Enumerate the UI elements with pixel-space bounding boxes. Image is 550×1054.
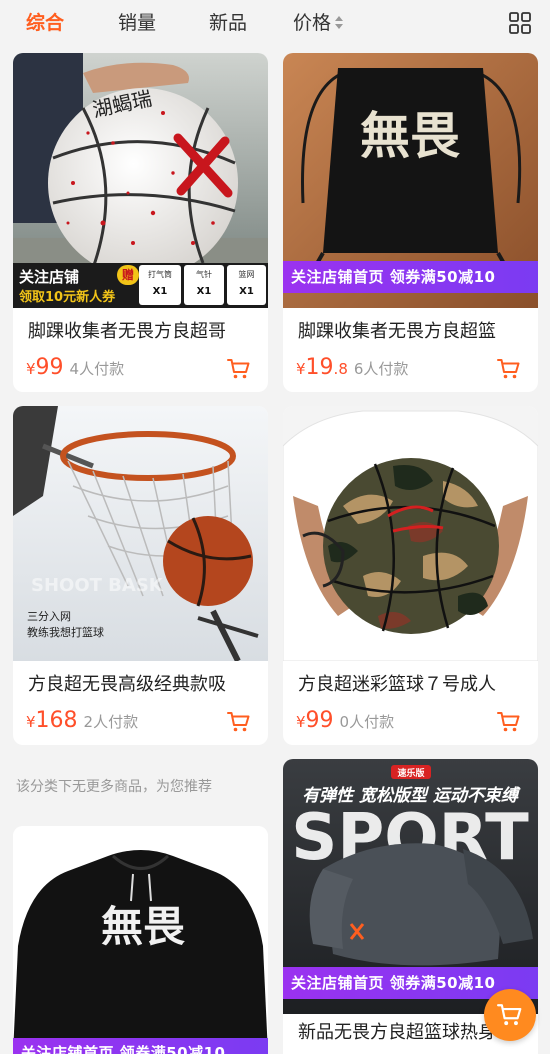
promo-banner-coupon: 关注店铺首页 领券满50减10 (283, 261, 538, 293)
product-image-hoop[interactable]: SHOOT BASK 三分入网 教练我想打篮球 (13, 406, 268, 661)
overlay-line-2: 教练我想打篮球 (27, 625, 104, 639)
hoodie-print-text: 無畏 (101, 902, 185, 951)
product-card-1[interactable]: 湖蝎瑞 关注店铺 赠 领取10元新人券 打气筒 X1 气针 X1 篮网 X1 脚… (13, 53, 268, 392)
product-card-6[interactable]: 無畏 关注店铺首页 领券满50减10 (13, 826, 268, 1054)
product-title[interactable]: 方良超无畏高级经典款吸 (28, 672, 260, 698)
price-row: ¥ 99 0人付款 (296, 708, 394, 736)
gift-net: 篮网 X1 (227, 265, 266, 305)
product-image-training-shirt[interactable]: 速乐版 有弹性 宽松版型 运动不束缚 SPORT 关注店铺首页 领券满50减10 (283, 759, 538, 1014)
product-title[interactable]: 方良超迷彩篮球７号成人 (298, 672, 530, 698)
add-to-cart-icon[interactable] (227, 358, 251, 380)
price-row: ¥ 168 2人付款 (26, 708, 138, 736)
price-value: 19 (305, 355, 334, 380)
tab-price[interactable]: 价格 (293, 9, 344, 37)
product-title[interactable]: 脚踝收集者无畏方良超篮 (298, 319, 530, 345)
product-card-3[interactable]: SHOOT BASK 三分入网 教练我想打篮球 方良超无畏高级经典款吸 ¥ 16… (13, 406, 268, 745)
sort-arrows-icon (335, 16, 344, 30)
tab-new[interactable]: 新品 (209, 9, 247, 37)
promo-banner-gifts: 关注店铺 赠 领取10元新人券 打气筒 X1 气针 X1 篮网 X1 (13, 263, 268, 308)
price-value: 99 (305, 708, 334, 733)
sold-count: 4人付款 (69, 360, 125, 378)
promo-banner-coupon: 关注店铺首页 领券满50减10 (13, 1038, 268, 1054)
sold-count: 2人付款 (83, 713, 139, 731)
floating-cart-button[interactable] (484, 989, 536, 1041)
cart-icon (497, 1004, 522, 1026)
price-value: 99 (35, 355, 64, 380)
gift-badge: 赠 (117, 265, 139, 285)
price-symbol: ¥ (296, 713, 306, 731)
sold-count: 0人付款 (339, 713, 395, 731)
price-symbol: ¥ (26, 713, 36, 731)
tab-comprehensive[interactable]: 综合 (26, 9, 64, 37)
price-symbol: ¥ (296, 360, 306, 378)
gift-needle: 气针 X1 (184, 265, 224, 305)
price-row: ¥ 19 .8 6人付款 (296, 355, 408, 383)
no-more-items-text: 该分类下无更多商品，为您推荐 (16, 779, 212, 795)
gift-pump: 打气筒 X1 (139, 265, 181, 305)
tab-sales[interactable]: 销量 (118, 9, 156, 37)
price-row: ¥ 99 4人付款 (26, 355, 124, 383)
add-to-cart-icon[interactable] (227, 711, 251, 733)
tag-badge: 速乐版 (397, 767, 424, 779)
grid-view-icon[interactable] (509, 12, 531, 34)
bag-print-text: 無畏 (360, 106, 460, 165)
image-watermark: SHOOT BASK (31, 575, 164, 596)
product-title[interactable]: 脚踝收集者无畏方良超哥 (28, 319, 260, 345)
add-to-cart-icon[interactable] (497, 358, 521, 380)
new-user-coupon: 领取10元新人券 (19, 290, 116, 305)
tab-price-label: 价格 (293, 12, 332, 34)
product-card-4[interactable]: 方良超迷彩篮球７号成人 ¥ 99 0人付款 (283, 406, 538, 745)
price-decimal: .8 (333, 360, 348, 378)
sort-bar: 综合 销量 新品 价格 (0, 0, 550, 46)
product-image-basketball[interactable]: 湖蝎瑞 关注店铺 赠 领取10元新人券 打气筒 X1 气针 X1 篮网 X1 (13, 53, 268, 308)
sold-count: 6人付款 (353, 360, 409, 378)
price-symbol: ¥ (26, 360, 36, 378)
overlay-line-1: 三分入网 (27, 610, 71, 623)
product-image-drawstring-bag[interactable]: 無畏 关注店铺首页 领券满50减10 (283, 53, 538, 308)
add-to-cart-icon[interactable] (497, 711, 521, 733)
follow-store-label: 关注店铺 (19, 268, 80, 286)
product-image-hoodie[interactable]: 無畏 关注店铺首页 领券满50减10 (13, 826, 268, 1054)
product-image-camo-ball[interactable] (283, 406, 538, 661)
price-value: 168 (35, 708, 78, 733)
product-card-2[interactable]: 無畏 关注店铺首页 领券满50减10 脚踝收集者无畏方良超篮 ¥ 19 .8 6… (283, 53, 538, 392)
